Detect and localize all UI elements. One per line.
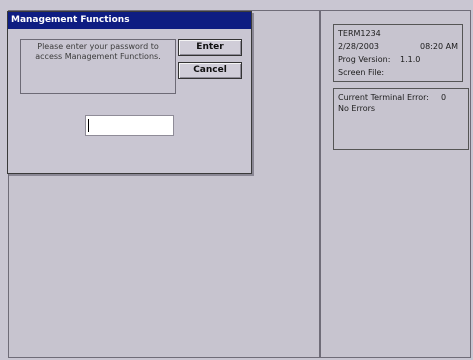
text-cursor xyxy=(88,119,89,132)
error-message: No Errors xyxy=(338,104,376,113)
management-functions-dialog: Management Functions Please enter your p… xyxy=(7,11,252,174)
screen-file-label: Screen File: xyxy=(338,68,385,77)
dialog-message: Please enter your password to access Man… xyxy=(20,39,176,94)
datetime-row: 2/28/2003 08:20 AM xyxy=(338,40,458,53)
terminal-date: 2/28/2003 xyxy=(338,42,380,51)
terminal-time: 08:20 AM xyxy=(420,42,458,51)
terminal-id: TERM1234 xyxy=(338,29,381,38)
password-input[interactable] xyxy=(85,115,174,136)
terminal-error-box: Current Terminal Error: 0 No Errors xyxy=(333,88,469,150)
enter-button[interactable]: Enter xyxy=(178,39,242,56)
prog-version-value: 1.1.0 xyxy=(400,55,421,64)
error-label: Current Terminal Error: xyxy=(338,93,429,102)
dialog-title: Management Functions xyxy=(8,12,251,29)
terminal-status-box: TERM1234 2/28/2003 08:20 AM Prog Version… xyxy=(333,24,463,82)
error-code: 0 xyxy=(441,93,447,102)
error-code-row: Current Terminal Error: 0 xyxy=(338,92,464,103)
cancel-button[interactable]: Cancel xyxy=(178,62,242,79)
prog-version-row: Prog Version: 1.1.0 xyxy=(338,53,458,66)
prog-version-label: Prog Version: xyxy=(338,55,391,64)
screen-file-row: Screen File: xyxy=(338,66,458,79)
terminal-id-row: TERM1234 xyxy=(338,27,458,40)
